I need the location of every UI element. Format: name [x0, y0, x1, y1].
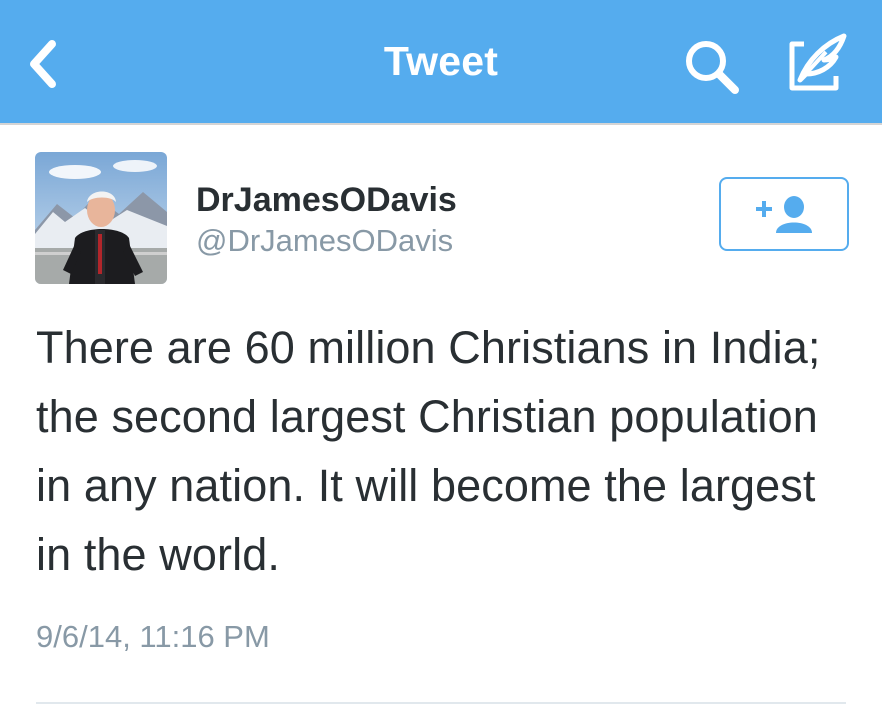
page-title: Tweet: [383, 38, 499, 84]
search-button[interactable]: [683, 38, 743, 96]
author-display-name[interactable]: DrJamesODavis: [196, 181, 457, 220]
search-icon: [686, 41, 739, 94]
tweet-card: DrJamesODavis @DrJamesODavis There are 6…: [0, 125, 882, 708]
tweet-text: There are 60 million Christians in India…: [36, 322, 821, 580]
compose-button[interactable]: [784, 30, 850, 96]
navigation-bar: Tweet: [0, 0, 882, 123]
compose-tweet-icon: [789, 33, 847, 91]
follow-user-icon: [756, 196, 812, 233]
profile-photo: [35, 152, 167, 284]
author-handle[interactable]: @DrJamesODavis: [196, 223, 453, 259]
tweet-detail-screen: Tweet DrJamesODavis @DrJamesODavis There…: [0, 0, 882, 708]
tweet-timestamp: 9/6/14, 11:16 PM: [36, 619, 270, 654]
tweet-divider: [36, 702, 846, 704]
avatar[interactable]: [35, 152, 167, 284]
follow-button[interactable]: [719, 177, 849, 251]
